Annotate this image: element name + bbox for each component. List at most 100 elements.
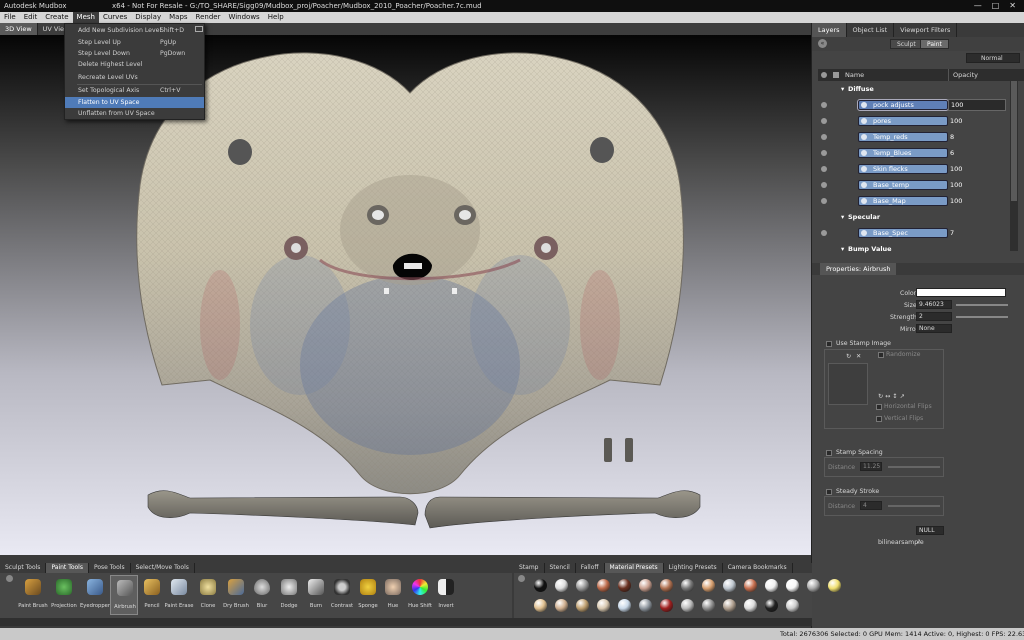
material-sphere[interactable]: [555, 599, 568, 612]
eye-icon[interactable]: [821, 230, 827, 236]
material-sphere[interactable]: [639, 579, 652, 592]
tab-falloff[interactable]: Falloff: [576, 563, 605, 573]
expand-icon[interactable]: ▾: [841, 81, 844, 97]
material-sphere[interactable]: [681, 599, 694, 612]
layer-row[interactable]: pock adjusts 100: [818, 97, 1018, 113]
rotate-icon[interactable]: ↻ ↔ ↕ ↗: [878, 393, 905, 400]
maximize-icon[interactable]: □: [992, 0, 1000, 12]
material-sphere[interactable]: [597, 599, 610, 612]
tab-select-move-tools[interactable]: Select/Move Tools: [131, 563, 195, 573]
tab-paint-tools[interactable]: Paint Tools: [46, 563, 89, 573]
strength-slider[interactable]: [956, 316, 1008, 318]
material-sphere[interactable]: [723, 599, 736, 612]
eye-icon[interactable]: [821, 150, 827, 156]
layer-row[interactable]: Base_temp 100: [818, 177, 1018, 193]
material-sphere[interactable]: [660, 599, 673, 612]
material-sphere[interactable]: [702, 579, 715, 592]
menu-item-recreate-uvs[interactable]: Recreate Level UVs: [65, 72, 204, 83]
tab-lighting-presets[interactable]: Lighting Presets: [664, 563, 723, 573]
menu-item-delete-highest[interactable]: Delete Highest Level: [65, 59, 204, 70]
layer-row[interactable]: pores 100: [818, 113, 1018, 129]
tool-invert[interactable]: Invert: [432, 575, 460, 615]
material-sphere[interactable]: [765, 579, 778, 592]
material-sphere[interactable]: [618, 599, 631, 612]
expand-icon[interactable]: ▾: [841, 241, 844, 257]
expand-icon[interactable]: ▾: [841, 209, 844, 225]
collapse-icon[interactable]: «: [818, 39, 827, 48]
layer-group-diffuse[interactable]: ▾ Diffuse: [818, 81, 1018, 97]
tab-stencil[interactable]: Stencil: [545, 563, 576, 573]
tool-tray-scrollbar[interactable]: [0, 618, 812, 626]
tool-burn[interactable]: Burn: [302, 575, 330, 615]
material-sphere[interactable]: [702, 599, 715, 612]
horizontal-flips-checkbox[interactable]: [876, 404, 882, 410]
tool-projection[interactable]: Projection: [50, 575, 78, 615]
tool-dodge[interactable]: Dodge: [275, 575, 303, 615]
layer-row[interactable]: Base_Map 100: [818, 193, 1018, 209]
tool-paint-brush[interactable]: Paint Brush: [18, 575, 48, 615]
material-sphere[interactable]: [576, 579, 589, 592]
material-sphere[interactable]: [786, 599, 799, 612]
material-sphere[interactable]: [723, 579, 736, 592]
material-sphere[interactable]: [807, 579, 820, 592]
tool-paint-erase[interactable]: Paint Erase: [165, 575, 193, 615]
stamp-image-checkbox[interactable]: [826, 341, 832, 347]
minimize-icon[interactable]: —: [974, 0, 982, 12]
eye-icon[interactable]: [821, 134, 827, 140]
tool-clone[interactable]: Clone: [194, 575, 222, 615]
checkmark-icon[interactable]: ✓: [916, 539, 921, 546]
steady-distance-slider[interactable]: [888, 505, 940, 507]
tool-sponge[interactable]: Sponge: [354, 575, 382, 615]
material-sphere[interactable]: [660, 579, 673, 592]
menu-item-flatten-uv[interactable]: Flatten to UV Space: [65, 97, 204, 108]
tab-properties-airbrush[interactable]: Properties: Airbrush: [820, 263, 897, 275]
menu-edit[interactable]: Edit: [20, 12, 42, 23]
mirror-select[interactable]: None: [916, 324, 952, 333]
menu-display[interactable]: Display: [131, 12, 165, 23]
layer-row[interactable]: Temp_Blues 6: [818, 145, 1018, 161]
material-sphere[interactable]: [597, 579, 610, 592]
tool-dry-brush[interactable]: Dry Brush: [222, 575, 250, 615]
tab-sculpt-tools[interactable]: Sculpt Tools: [0, 563, 47, 573]
menu-curves[interactable]: Curves: [99, 12, 131, 23]
stamp-distance-slider[interactable]: [888, 466, 940, 468]
collapse-icon[interactable]: [518, 575, 525, 582]
sculpt-mode-button[interactable]: Sculpt: [890, 39, 923, 49]
size-slider[interactable]: [956, 304, 1008, 306]
menu-item-step-up[interactable]: Step Level Up PgUp: [65, 37, 204, 48]
layer-group-specular[interactable]: ▾ Specular: [818, 209, 1018, 225]
material-sphere[interactable]: [828, 579, 841, 592]
eye-icon[interactable]: [821, 182, 827, 188]
paint-mode-button[interactable]: Paint: [920, 39, 949, 49]
tab-viewport-filters[interactable]: Viewport Filters: [894, 23, 958, 37]
menu-file[interactable]: File: [0, 12, 20, 23]
menu-create[interactable]: Create: [41, 12, 72, 23]
close-icon[interactable]: ✕: [856, 353, 861, 360]
stamp-distance-input[interactable]: 11.25: [860, 462, 882, 471]
blend-mode-select[interactable]: Normal: [966, 53, 1020, 63]
material-sphere[interactable]: [534, 579, 547, 592]
eye-icon[interactable]: [821, 198, 827, 204]
steady-distance-input[interactable]: 4: [860, 501, 882, 510]
material-sphere[interactable]: [744, 599, 757, 612]
layer-row[interactable]: Base_Spec 7: [818, 225, 1018, 241]
menu-maps[interactable]: Maps: [165, 12, 191, 23]
menu-help[interactable]: Help: [264, 12, 288, 23]
material-sphere[interactable]: [618, 579, 631, 592]
menu-windows[interactable]: Windows: [224, 12, 263, 23]
material-sphere[interactable]: [534, 599, 547, 612]
tab-pose-tools[interactable]: Pose Tools: [89, 563, 131, 573]
menu-mesh[interactable]: Mesh: [72, 12, 99, 23]
menu-item-step-down[interactable]: Step Level Down PgDown: [65, 48, 204, 59]
steady-stroke-checkbox[interactable]: [826, 489, 832, 495]
eye-icon[interactable]: [821, 166, 827, 172]
material-sphere[interactable]: [765, 599, 778, 612]
material-sphere[interactable]: [576, 599, 589, 612]
null-select[interactable]: NULL: [916, 526, 944, 535]
material-sphere[interactable]: [744, 579, 757, 592]
randomize-checkbox[interactable]: [878, 352, 884, 358]
tool-airbrush[interactable]: Airbrush: [110, 575, 138, 615]
close-icon[interactable]: ✕: [1009, 0, 1016, 12]
tab-object-list[interactable]: Object List: [847, 23, 895, 37]
refresh-icon[interactable]: ↻: [846, 353, 851, 360]
